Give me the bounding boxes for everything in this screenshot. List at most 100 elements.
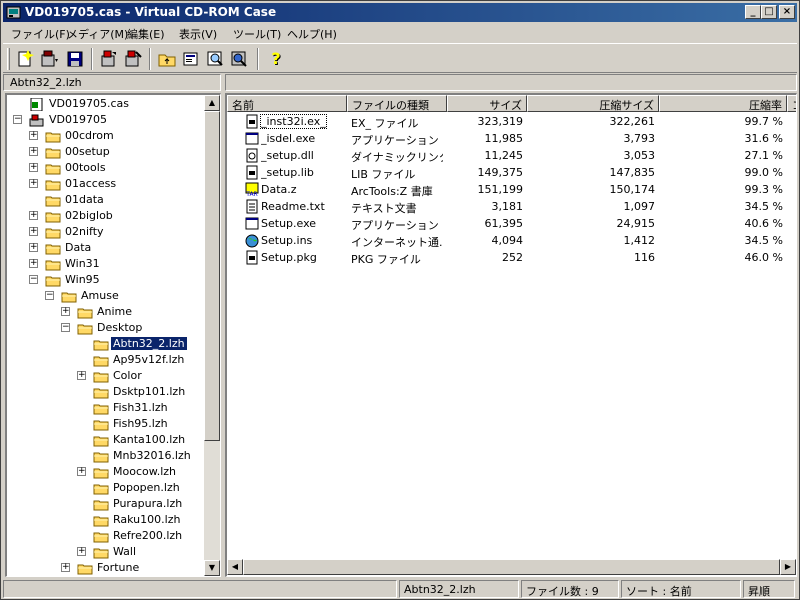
tree-item[interactable]: Ap95v12f.lzh (7, 352, 207, 368)
column-header-ratio[interactable]: 圧縮率 (659, 95, 787, 112)
menu-media[interactable]: メディア(M) (67, 26, 128, 42)
collapse-icon[interactable]: − (13, 115, 22, 124)
expand-icon[interactable]: + (77, 467, 86, 476)
minimize-button[interactable]: _ (745, 5, 761, 19)
column-header-type[interactable]: ファイルの種類 (347, 95, 447, 112)
expand-icon[interactable]: + (29, 147, 38, 156)
expand-icon[interactable]: + (29, 163, 38, 172)
new-icon[interactable] (15, 49, 35, 69)
tree-item[interactable]: + Color (7, 368, 207, 384)
tree-item[interactable]: +00cdrom (7, 128, 207, 144)
tree-item[interactable]: +00setup (7, 144, 207, 160)
help-icon[interactable]: ? ? (267, 49, 287, 69)
tree-item[interactable]: + Anime (7, 304, 207, 320)
column-header-size[interactable]: サイズ (447, 95, 527, 112)
file-row[interactable]: _inst32i.ex_ EX_ ファイル 323,319 322,261 99.7 % (227, 113, 796, 130)
file-row[interactable]: _setup.dll ダイナミックリンク... 11,245 3,053 27.1 % (227, 147, 796, 164)
folder-icon (77, 308, 93, 319)
properties-icon[interactable] (181, 49, 201, 69)
title-bar[interactable]: VD019705.cas - Virtual CD-ROM Case _ □ × (3, 3, 797, 22)
mount-icon[interactable] (99, 49, 119, 69)
expand-icon[interactable]: + (77, 547, 86, 556)
tree-item[interactable]: + Fortune (7, 560, 207, 576)
tree-item[interactable]: + Win31 (7, 256, 207, 272)
menu-view[interactable]: 表示(V) (179, 26, 217, 42)
tree-item[interactable]: +02biglob (7, 208, 207, 224)
tree-scrollbar[interactable]: ▲ ▼ (204, 95, 220, 576)
unmount-icon[interactable] (123, 49, 143, 69)
file-packed-size: 147,835 (609, 166, 656, 179)
file-row[interactable]: _isdel.exe アプリケーション 11,985 3,793 31.6 % (227, 130, 796, 147)
open-icon[interactable] (39, 49, 59, 69)
file-row[interactable]: _setup.lib LIB ファイル 149,375 147,835 99.0 % (227, 164, 796, 181)
save-icon[interactable] (65, 49, 85, 69)
tree-item[interactable]: − Win95 (7, 272, 207, 288)
scroll-down-button[interactable]: ▼ (204, 560, 220, 576)
tree-item[interactable]: Purapura.lzh (7, 496, 207, 512)
tree-item[interactable]: +00tools (7, 160, 207, 176)
collapse-icon[interactable]: − (45, 291, 54, 300)
tree-item[interactable]: +02nifty (7, 224, 207, 240)
tree-item[interactable]: VD019705.cas (7, 96, 207, 112)
file-packed-size: 1,097 (623, 200, 656, 213)
hscroll-thumb[interactable] (243, 559, 780, 575)
expand-icon[interactable]: + (61, 307, 70, 316)
tree-item[interactable]: − Desktop (7, 320, 207, 336)
file-row[interactable]: Readme.txt テキスト文書 3,181 1,097 34.5 % (227, 198, 796, 215)
tree-item[interactable]: − Amuse (7, 288, 207, 304)
file-row[interactable]: Setup.exe アプリケーション 61,395 24,915 40.6 % (227, 215, 796, 232)
current-path: Abtn32_2.lzh (3, 74, 221, 91)
file-row[interactable]: Setup.ins インターネット通... 4,094 1,412 34.5 % (227, 232, 796, 249)
file-list[interactable]: 名前 ファイルの種類 サイズ 圧縮サイズ 圧縮率 コ _inst32i.ex_ E… (225, 93, 797, 577)
column-header-packed[interactable]: 圧縮サイズ (527, 95, 659, 112)
scroll-right-button[interactable]: ▶ (780, 559, 796, 575)
folder-up-icon[interactable] (157, 49, 177, 69)
tree-item[interactable]: Abtn32_2.lzh (7, 336, 207, 352)
scroll-up-button[interactable]: ▲ (204, 95, 220, 111)
file-packed-size: 3,793 (623, 132, 656, 145)
tree-item[interactable]: Fish31.lzh (7, 400, 207, 416)
tree-item[interactable]: Raku100.lzh (7, 512, 207, 528)
exe-file-icon (245, 217, 259, 230)
expand-icon[interactable]: + (29, 243, 38, 252)
search-icon[interactable] (205, 49, 225, 69)
expand-icon[interactable]: + (61, 563, 70, 572)
tree-item[interactable]: + Wall (7, 544, 207, 560)
menu-help[interactable]: ヘルプ(H) (287, 26, 337, 42)
menu-edit[interactable]: 編集(E) (127, 26, 165, 42)
tree-item[interactable]: +01access (7, 176, 207, 192)
tree-item[interactable]: Fish95.lzh (7, 416, 207, 432)
tree-item[interactable]: Kanta100.lzh (7, 432, 207, 448)
collapse-icon[interactable]: − (61, 323, 70, 332)
tree-item[interactable]: Popopen.lzh (7, 480, 207, 496)
file-packed-size: 116 (634, 251, 655, 264)
find-icon[interactable] (229, 49, 249, 69)
collapse-icon[interactable]: − (29, 275, 38, 284)
file-row[interactable]: TAR Data.z ArcTools:Z 書庫 151,199 150,174 99.3… (227, 181, 796, 198)
tree-item[interactable]: Mnb32016.lzh (7, 448, 207, 464)
scroll-thumb[interactable] (204, 111, 220, 441)
tree-item[interactable]: Dsktp101.lzh (7, 384, 207, 400)
expand-icon[interactable]: + (77, 371, 86, 380)
maximize-button[interactable]: □ (761, 5, 777, 19)
expand-icon[interactable]: + (29, 227, 38, 236)
scroll-left-button[interactable]: ◀ (227, 559, 243, 575)
tree-item[interactable]: 01data (7, 192, 207, 208)
tree-item[interactable]: + Moocow.lzh (7, 464, 207, 480)
toolbar-grip[interactable] (7, 48, 10, 70)
file-row[interactable]: Setup.pkg PKG ファイル 252 116 46.0 % (227, 249, 796, 266)
column-header-name[interactable]: 名前 (227, 95, 347, 112)
menu-tools[interactable]: ツール(T) (233, 26, 281, 42)
expand-icon[interactable]: + (29, 179, 38, 188)
tree-item[interactable]: Refre200.lzh (7, 528, 207, 544)
tree-item[interactable]: + Data (7, 240, 207, 256)
column-header-extra[interactable]: コ (787, 95, 796, 112)
menu-file[interactable]: ファイル(F) (11, 26, 70, 42)
close-button[interactable]: × (779, 5, 795, 19)
folder-tree[interactable]: VD019705.cas − VD019705 +00cdrom +00setup +00… (5, 93, 221, 577)
tree-item[interactable]: − VD019705 (7, 112, 207, 128)
expand-icon[interactable]: + (29, 131, 38, 140)
expand-icon[interactable]: + (29, 259, 38, 268)
expand-icon[interactable]: + (29, 211, 38, 220)
list-hscrollbar[interactable]: ◀ ▶ (227, 559, 796, 575)
